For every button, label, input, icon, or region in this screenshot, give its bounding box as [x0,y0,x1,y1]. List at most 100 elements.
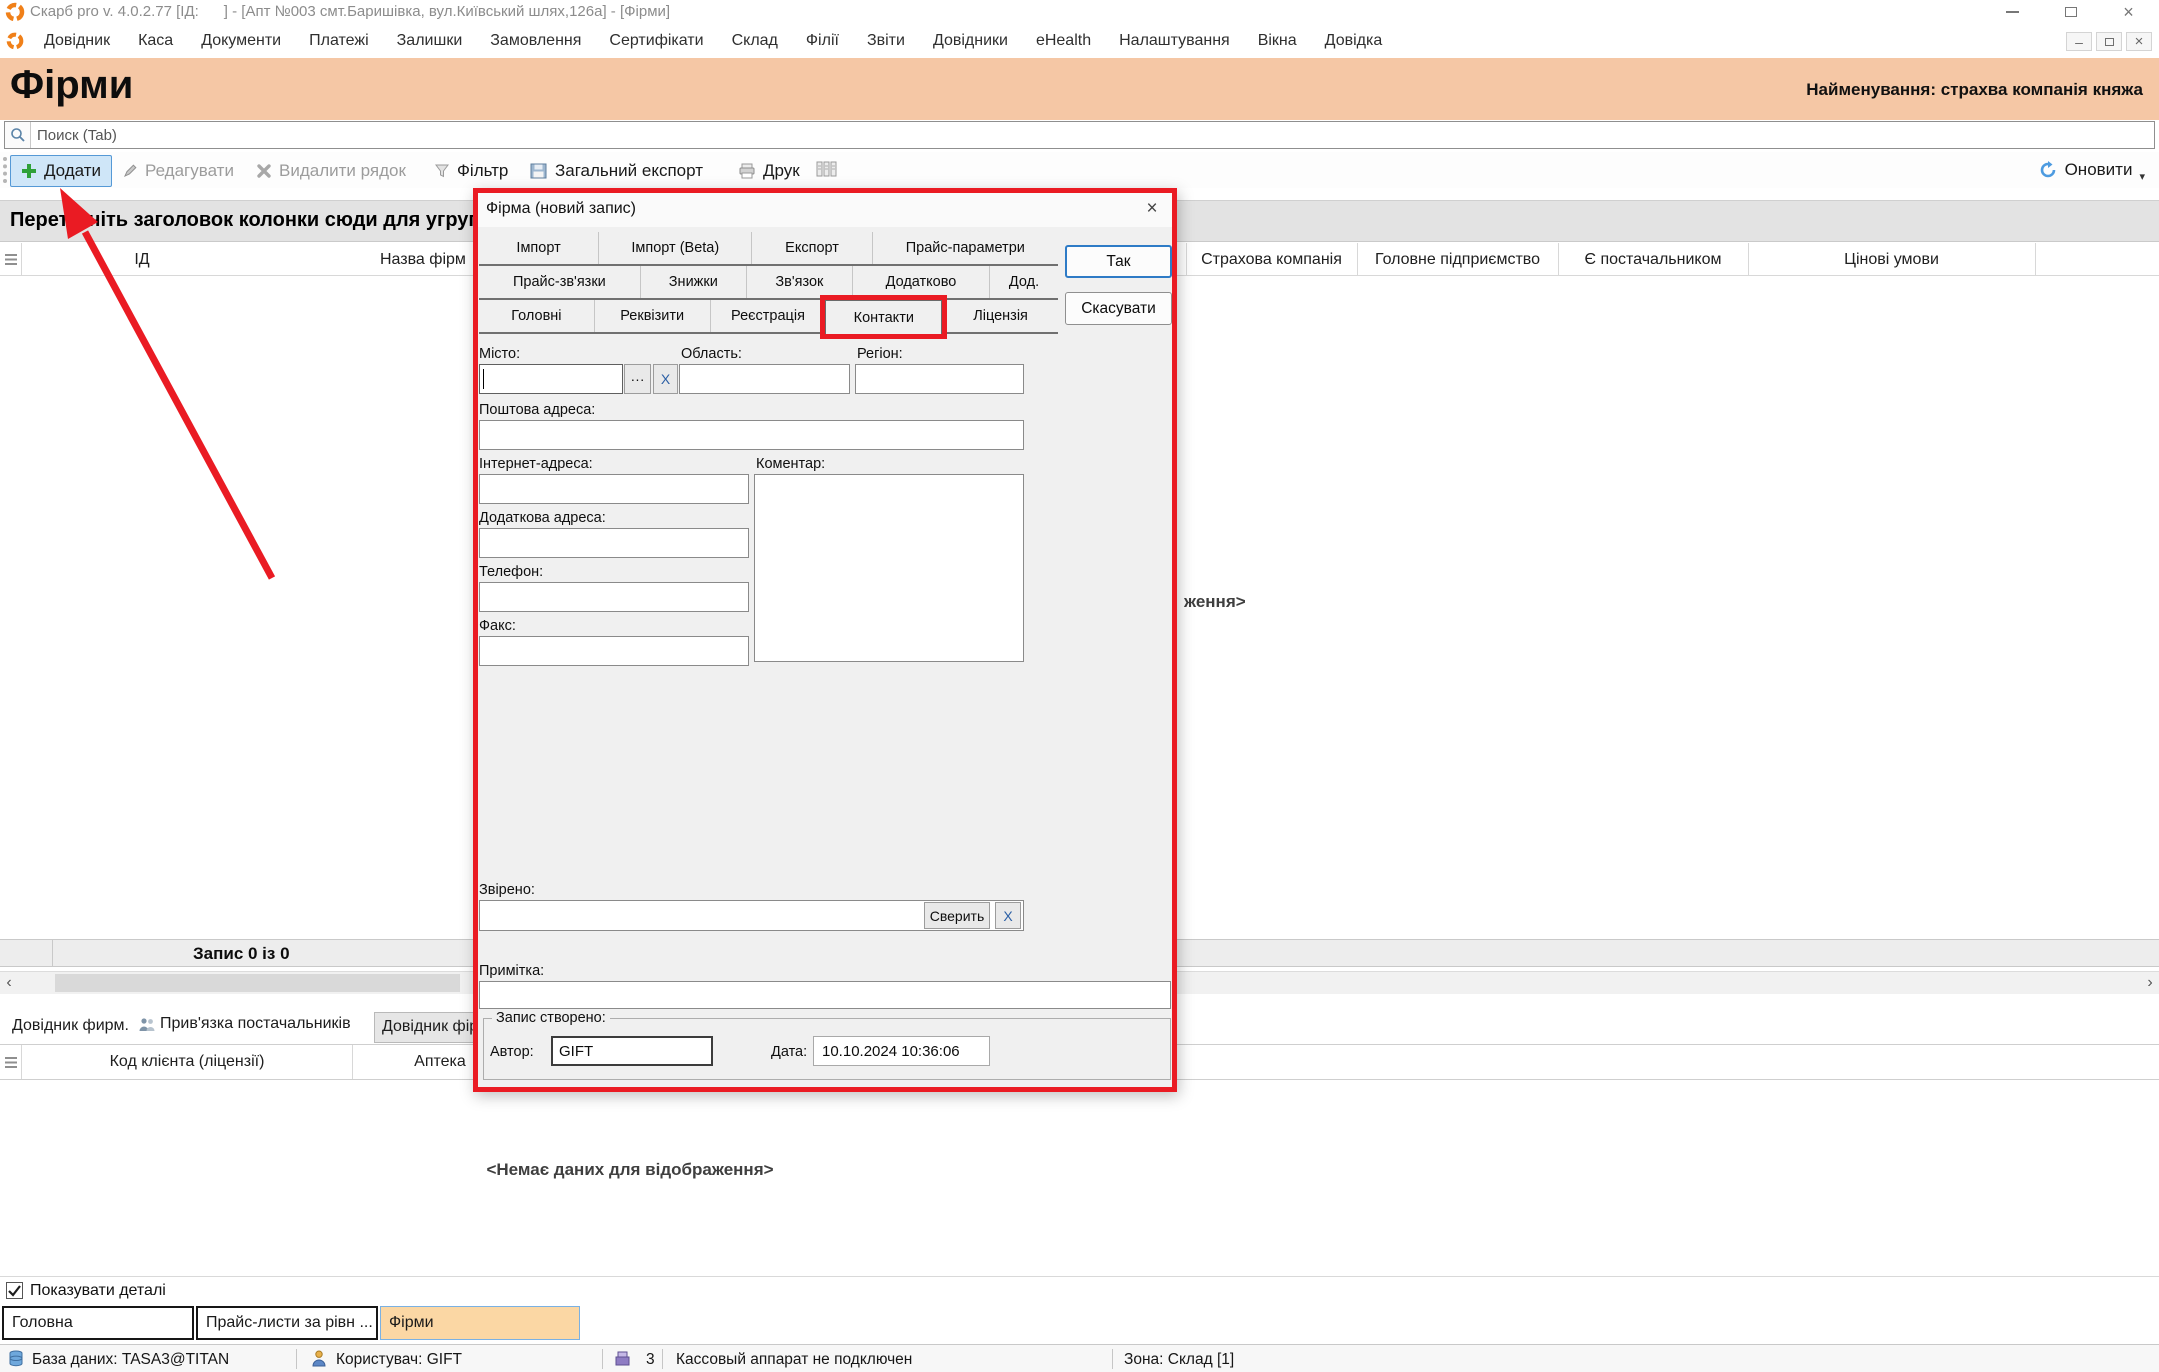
city-field[interactable] [479,364,623,394]
tab-import[interactable]: Імпорт [479,232,598,264]
city-clear-button[interactable]: X [653,364,678,394]
menu-item-kasa[interactable]: Каса [124,24,187,58]
oblast-field[interactable] [679,364,850,394]
print-button[interactable]: Друк [738,157,800,185]
dialog-title: Фірма (новий запис) [486,200,636,218]
tab-contacts[interactable]: Контакти [825,300,942,334]
menu-item-dovidka[interactable]: Довідка [1311,24,1397,58]
show-details-checkbox[interactable] [6,1282,23,1299]
detail-grid-options-icon[interactable] [4,1056,18,1075]
date-field[interactable] [813,1036,990,1066]
tab-connection[interactable]: Зв'язок [746,266,852,298]
menu-item-dokumenty[interactable]: Документи [187,24,295,58]
postal-address-field[interactable] [479,420,1024,450]
search-input[interactable] [35,123,2139,148]
region-field[interactable] [855,364,1024,394]
maximize-icon [2065,7,2077,17]
minimize-button[interactable] [1985,0,2040,24]
floppy-icon [530,163,548,179]
bottom-tab-home[interactable]: Головна [2,1306,194,1340]
fax-field[interactable] [479,636,749,666]
menu-item-zvity[interactable]: Звіти [853,24,919,58]
detail-column-client-code[interactable]: Код клієнта (ліцензії) [22,1045,352,1079]
delete-row-button[interactable]: Видалити рядок [256,157,406,185]
column-header-supplier[interactable]: Є постачальником [1558,243,1748,276]
tab-main[interactable]: Головні [479,300,594,332]
verify-button[interactable]: Сверить [924,902,990,929]
toolbar-drag-handle[interactable] [3,157,7,183]
region-label: Регіон: [857,346,903,362]
column-header-head-company[interactable]: Головне підприємство [1357,243,1558,276]
scroll-left-arrow[interactable]: ‹ [0,972,18,994]
tab-price-params[interactable]: Прайс-параметри [872,232,1058,264]
edit-button[interactable]: Редагувати [122,157,234,185]
verify-clear-button[interactable]: X [995,902,1021,929]
grid-options-icon[interactable] [4,253,18,272]
tab-export[interactable]: Експорт [751,232,871,264]
tab-requisites[interactable]: Реквізити [594,300,710,332]
maximize-button[interactable] [2043,0,2098,24]
verified-field[interactable]: Сверить X [479,900,1024,931]
detail-grid-body: <Немає даних для відображення> [0,1080,2159,1276]
comment-field[interactable] [754,474,1024,662]
ok-button[interactable]: Так [1065,245,1172,278]
internet-address-label: Інтернет-адреса: [479,456,593,472]
tab-dod[interactable]: Дод. [989,266,1058,298]
tab-discounts[interactable]: Знижки [640,266,746,298]
oblast-label: Область: [681,346,742,362]
status-zone: Зона: Склад [1] [1124,1351,1234,1369]
detail-no-data-text: <Немає даних для відображення> [330,1160,930,1180]
bottom-tab-pricelists[interactable]: Прайс-листи за рівн ... [196,1306,378,1340]
menu-item-zamovlennia[interactable]: Замовлення [476,24,595,58]
note-field[interactable] [479,981,1171,1009]
verified-label: Звірено: [479,882,535,898]
menu-item-vikna[interactable]: Вікна [1244,24,1311,58]
column-header-price-terms[interactable]: Цінові умови [1748,243,2035,276]
menu-item-dovidnyk[interactable]: Довідник [30,24,124,58]
mdi-close-button[interactable]: × [2126,32,2152,51]
extra-address-field[interactable] [479,528,749,558]
scroll-right-arrow[interactable]: › [2141,972,2159,994]
internet-address-field[interactable] [479,474,749,504]
detail-tab-supplier-binding[interactable]: Прив'язка постачальників [138,1015,351,1033]
mdi-restore-button[interactable] [2096,32,2122,51]
filter-button[interactable]: Фільтр [434,157,508,185]
menu-item-nalashtuvannia[interactable]: Налаштування [1105,24,1244,58]
city-lookup-button[interactable]: ··· [624,364,651,394]
menu-item-dovidnyky[interactable]: Довідники [919,24,1022,58]
detail-tab-firms-directory-2[interactable]: Довідник фір [374,1012,475,1043]
export-button[interactable]: Загальний експорт [530,157,703,185]
menu-item-ehealth[interactable]: eHealth [1022,24,1105,58]
menu-item-zalyshky[interactable]: Залишки [383,24,477,58]
column-header-insurance[interactable]: Страхова компанія [1186,243,1357,276]
menu-item-sertyfikaty[interactable]: Сертифікати [595,24,717,58]
detail-tab-firms-directory[interactable]: Довідник фирм. [12,1017,129,1035]
database-icon [8,1350,24,1372]
column-header-id[interactable]: ІД [22,243,262,276]
tab-price-links[interactable]: Прайс-зв'язки [479,266,640,298]
refresh-button[interactable]: Оновити ▾ [2038,155,2145,185]
menu-item-filii[interactable]: Філії [792,24,853,58]
page-header: Фірми Найменування: страхва компанія кня… [0,58,2159,120]
cancel-button[interactable]: Скасувати [1065,292,1172,325]
search-bar [0,120,2159,150]
scrollbar-thumb[interactable] [55,974,460,992]
phone-field[interactable] [479,582,749,612]
menu-item-sklad[interactable]: Склад [718,24,792,58]
tab-import-beta[interactable]: Імпорт (Beta) [598,232,751,264]
record-created-label: Запис створено: [492,1010,610,1026]
pencil-icon [122,163,138,179]
bottom-tab-firms[interactable]: Фірми [380,1306,580,1340]
tab-additional[interactable]: Додатково [852,266,989,298]
menu-item-platezhi[interactable]: Платежі [295,24,383,58]
author-field[interactable] [551,1036,713,1066]
add-button[interactable]: Додати [10,155,112,187]
close-button[interactable]: × [2101,0,2156,24]
tab-registration[interactable]: Реєстрація [710,300,826,332]
dialog-close-button[interactable]: × [1138,197,1166,221]
window-title: Скарб pro v. 4.0.2.77 [ІД: ] - [Апт №003… [30,3,670,20]
tab-license[interactable]: Ліцензія [942,300,1058,332]
mdi-minimize-button[interactable]: – [2066,32,2092,51]
dialog-title-bar: Фірма (новий запис) × [478,193,1172,227]
columns-icon[interactable] [816,161,838,182]
